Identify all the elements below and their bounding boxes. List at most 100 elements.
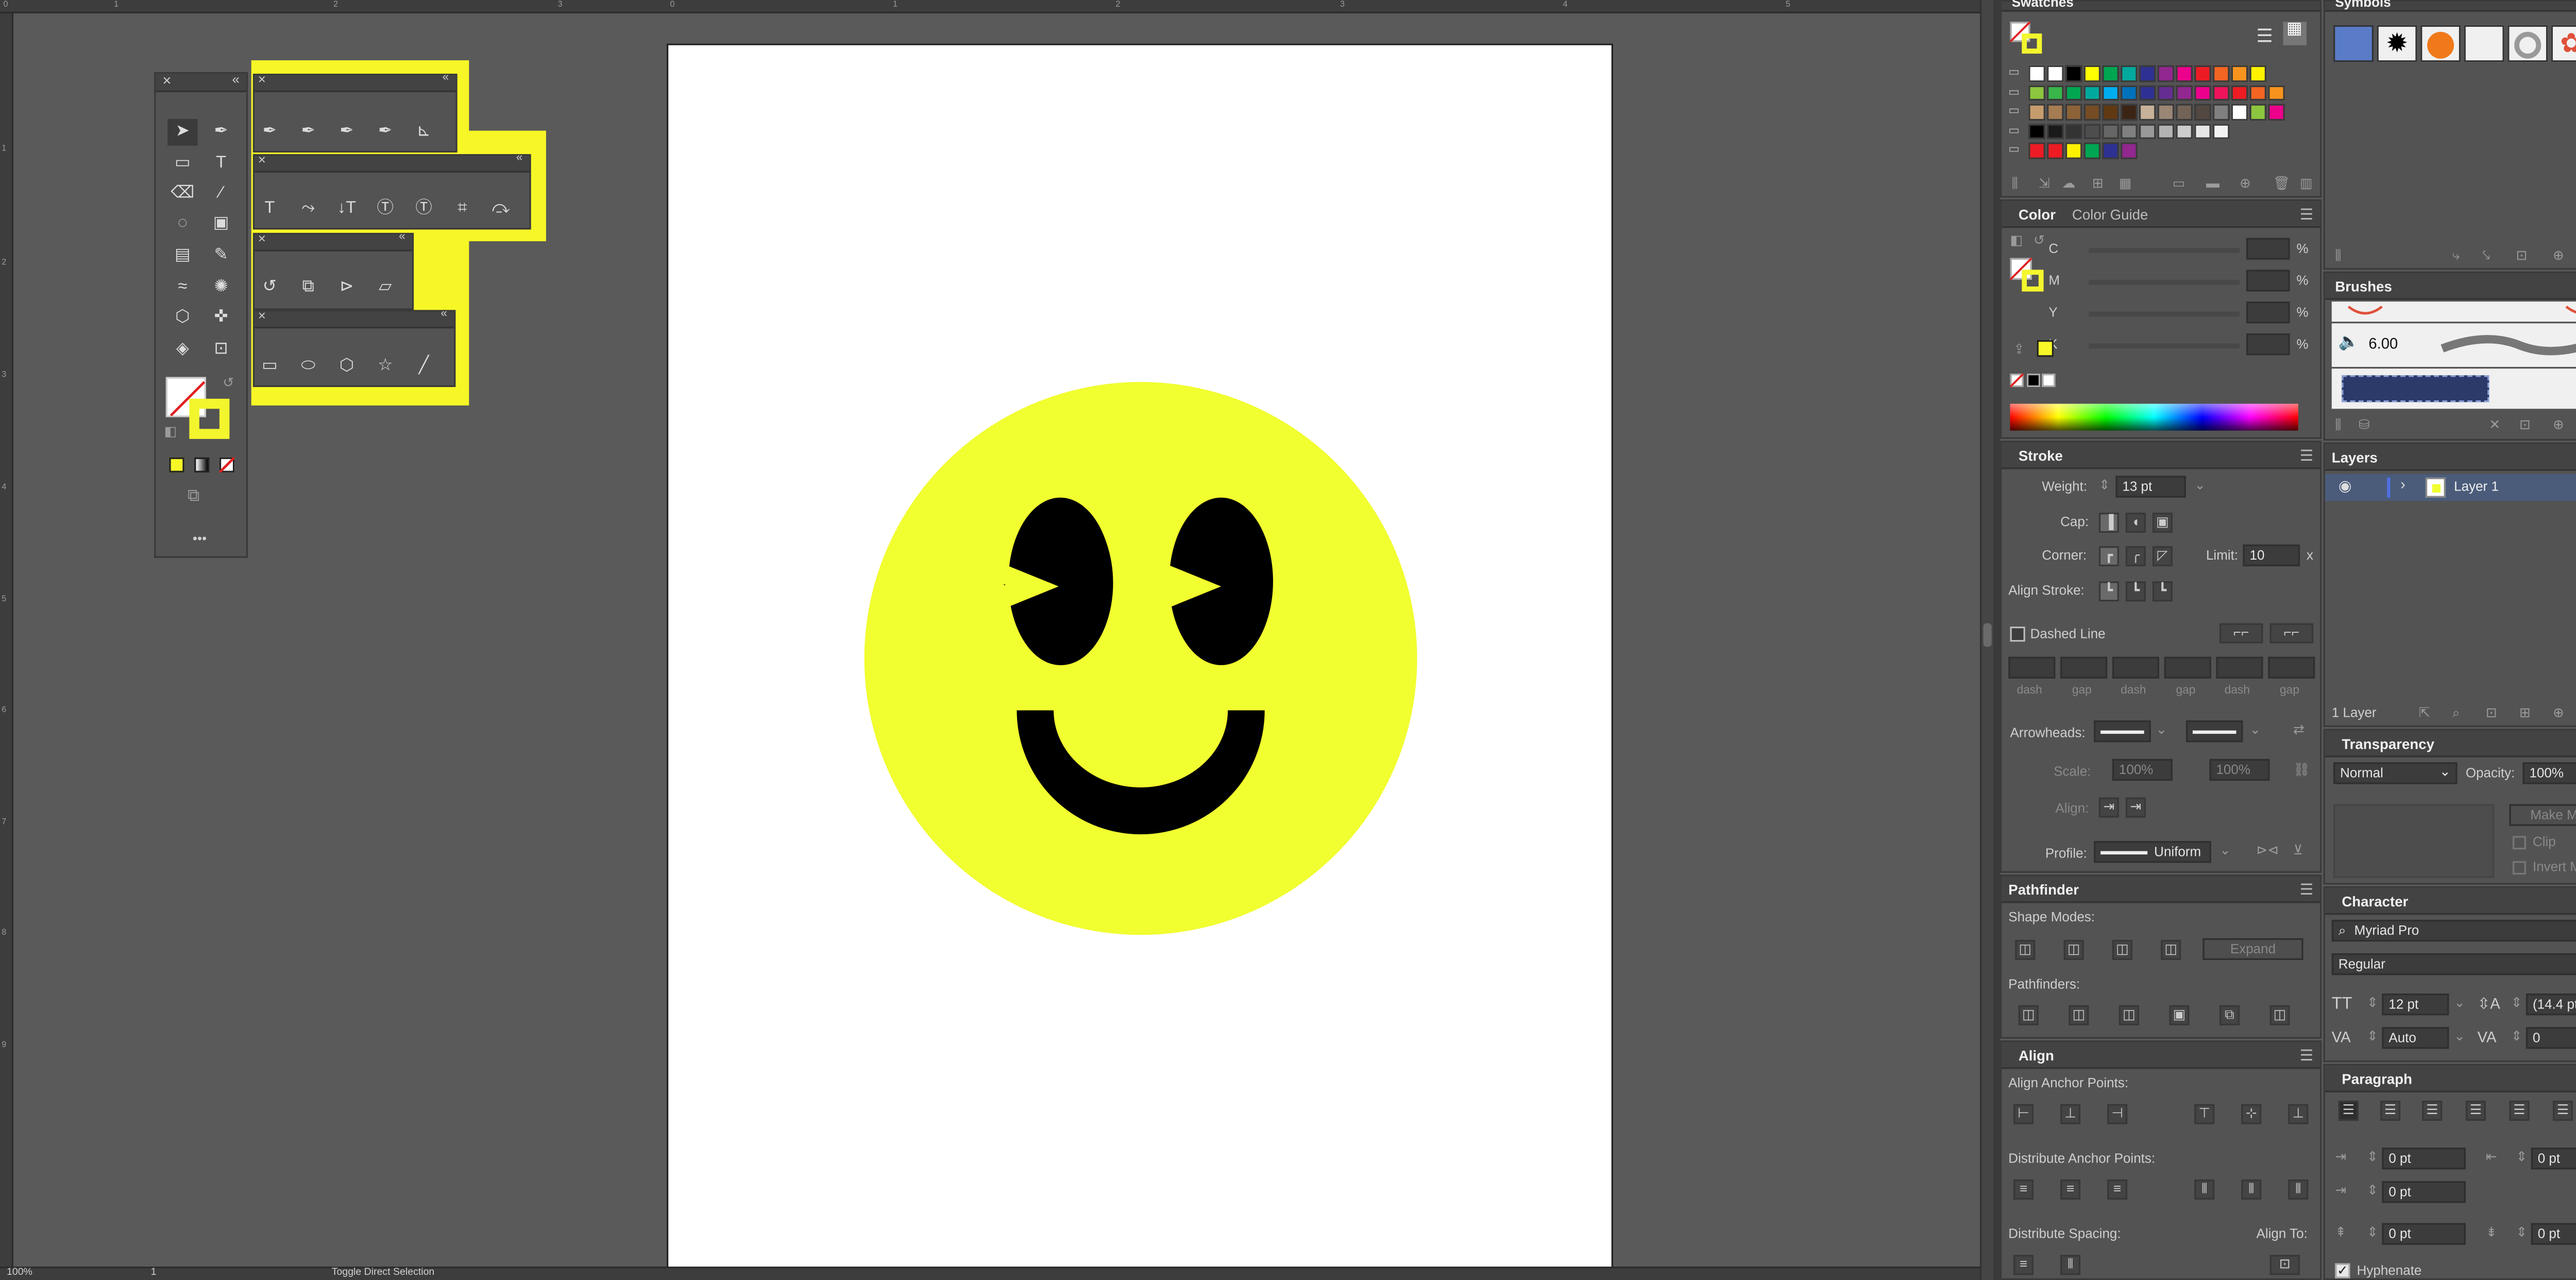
panel-menu-icon[interactable]: ☰: [2300, 881, 2313, 900]
font-size-stepper[interactable]: ⇕: [2367, 995, 2378, 1010]
transparency-title[interactable]: Transparency: [2342, 735, 2434, 752]
horizontal-distribute-space-button[interactable]: ⫴: [2060, 1255, 2081, 1275]
swatch-chip[interactable]: [2157, 123, 2174, 139]
right-indent-input[interactable]: 0 pt: [2531, 1148, 2576, 1170]
panel-menu-icon[interactable]: ☰: [2300, 1047, 2313, 1066]
brushes-panel[interactable]: Brushes ☰ 🔈 6.00 ⫼ ⛁ ✕ ⊡ ⊕ ▥: [2323, 271, 2576, 441]
swatch-stroke-indicator[interactable]: [2022, 33, 2042, 54]
magenta-slider[interactable]: [2089, 279, 2240, 285]
symbol-grunge[interactable]: [2464, 25, 2504, 62]
libraries-panel-icon[interactable]: ⛁: [2359, 417, 2370, 432]
out-of-gamut-icon[interactable]: ⇪: [2013, 342, 2025, 357]
exclude-button[interactable]: ◫: [2161, 939, 2181, 960]
trim-button[interactable]: ◫: [2069, 1005, 2089, 1025]
stroke-header[interactable]: Stroke ☰: [2002, 442, 2320, 469]
ellipse-tool[interactable]: ⬭: [293, 353, 324, 380]
warp-tool[interactable]: ≈: [167, 275, 198, 301]
yellow-slider[interactable]: [2089, 311, 2240, 317]
swatch-chip[interactable]: [2028, 65, 2045, 81]
align-left-text-button[interactable]: ☰: [2338, 1101, 2359, 1121]
swatch-chip[interactable]: [2083, 123, 2100, 139]
default-colors-icon[interactable]: ◧: [164, 424, 177, 439]
distribute-v-center-button[interactable]: ≡: [2060, 1179, 2081, 1200]
swatch-chip[interactable]: [2157, 104, 2174, 120]
chevron-down-icon[interactable]: ⌄: [2454, 995, 2465, 1010]
swatch-chip[interactable]: [2083, 85, 2100, 101]
last-color-swatch[interactable]: [2037, 340, 2054, 357]
paragraph-header[interactable]: Paragraph ☰: [2325, 1065, 2576, 1092]
dash-input-3[interactable]: [2216, 656, 2263, 679]
collect-export-icon[interactable]: ⇱: [2419, 705, 2430, 720]
swatch-chip[interactable]: [2047, 65, 2063, 81]
expand-layer-icon[interactable]: ›: [2400, 476, 2405, 493]
justify-center-button[interactable]: ☰: [2509, 1101, 2530, 1121]
swatch-chip[interactable]: [2047, 123, 2063, 139]
expand-button[interactable]: Expand: [2202, 938, 2303, 960]
cloud-icon[interactable]: ☁: [2062, 176, 2075, 191]
color-group-folder-icon[interactable]: ▭: [2008, 104, 2020, 117]
symbol-ring[interactable]: [2507, 25, 2548, 62]
swatch-chip[interactable]: [2028, 104, 2045, 120]
new-group-icon[interactable]: ▬: [2206, 176, 2219, 191]
none-swatch[interactable]: [2010, 374, 2024, 388]
brushes-title[interactable]: Brushes: [2335, 278, 2392, 295]
symbols-header[interactable]: Symbols: [2325, 0, 2576, 12]
star-tool[interactable]: ☆: [370, 353, 401, 380]
artboard[interactable]: [667, 43, 1614, 1270]
screen-mode-icon[interactable]: ⧉: [188, 487, 199, 506]
delete-swatch-icon[interactable]: 🗑: [2273, 176, 2290, 191]
scrollbar-thumb[interactable]: [1983, 623, 1992, 647]
delete-anchor-point-tool[interactable]: ✒: [332, 119, 362, 146]
horizontal-align-center-button[interactable]: ⊥: [2060, 1104, 2081, 1124]
swatch-chip[interactable]: [2102, 142, 2119, 159]
swatch-chip[interactable]: [2249, 104, 2266, 120]
start-scale-input[interactable]: 100%: [2112, 759, 2173, 781]
eyedropper-tool[interactable]: ⁄: [206, 181, 236, 208]
make-mask-button[interactable]: Make Mask: [2509, 804, 2576, 826]
align-dash-button[interactable]: ⌐⌐: [2269, 623, 2314, 644]
swatch-chip[interactable]: [2083, 65, 2100, 81]
swatch-chip[interactable]: [2121, 123, 2137, 139]
color-tab[interactable]: Color: [2019, 206, 2056, 223]
color-group-folder-icon[interactable]: ▭: [2008, 65, 2020, 79]
swatch-chip[interactable]: [2176, 65, 2192, 81]
align-center-button[interactable]: ┗: [2098, 581, 2119, 602]
distribute-top-button[interactable]: ≡: [2013, 1179, 2034, 1200]
color-group-folder-icon[interactable]: ▭: [2008, 142, 2020, 156]
transform-tools-flyout[interactable]: × « ↺ ⧉ ⊳ ▱: [252, 231, 414, 310]
swatch-chip[interactable]: [2157, 85, 2174, 101]
remove-stroke-icon[interactable]: ✕: [2489, 417, 2500, 432]
swatch-chip[interactable]: [2047, 104, 2063, 120]
brush-options-icon[interactable]: ⊡: [2519, 417, 2531, 432]
collapse-icon[interactable]: «: [443, 72, 449, 84]
character-title[interactable]: Character: [2342, 893, 2408, 910]
close-icon[interactable]: ×: [258, 231, 266, 246]
locate-object-icon[interactable]: ⌕: [2452, 705, 2460, 722]
swatch-chip[interactable]: [2047, 142, 2063, 159]
weight-stepper[interactable]: ⇕: [2099, 478, 2110, 493]
invert-mask-checkbox[interactable]: [2512, 861, 2526, 875]
swap-icon[interactable]: ↺: [2033, 233, 2045, 248]
dash-input-2[interactable]: [2112, 656, 2159, 679]
swatch-chip[interactable]: [2212, 104, 2229, 120]
new-sublayer-icon[interactable]: ⊞: [2519, 705, 2531, 720]
paragraph-title[interactable]: Paragraph: [2342, 1071, 2412, 1088]
direct-selection-tool[interactable]: ➤: [167, 119, 198, 146]
close-icon[interactable]: ×: [258, 72, 266, 87]
space-before-input[interactable]: 0 pt: [2382, 1223, 2466, 1245]
swatch-chip[interactable]: [2212, 123, 2229, 139]
round-cap-button[interactable]: ◖: [2125, 512, 2146, 533]
round-join-button[interactable]: ╭: [2125, 546, 2146, 566]
pen-tools-flyout[interactable]: × « ✒ ✒ ✒ ✒ ⊾: [252, 72, 457, 153]
color-group-folder-icon[interactable]: ▭: [2008, 123, 2020, 137]
cyan-input[interactable]: [2246, 238, 2290, 260]
chevron-down-icon[interactable]: ⌄: [2194, 478, 2206, 493]
swatch-chip[interactable]: [2194, 104, 2211, 120]
link-scale-icon[interactable]: ⛓: [2293, 762, 2310, 777]
black-input[interactable]: [2246, 333, 2290, 356]
swatch-chip[interactable]: [2231, 104, 2247, 120]
swatch-chip[interactable]: [2028, 85, 2045, 101]
swatch-chip[interactable]: [2139, 85, 2155, 101]
symbol-flower[interactable]: ✿: [2551, 25, 2576, 62]
swatch-chip[interactable]: [2065, 142, 2081, 159]
